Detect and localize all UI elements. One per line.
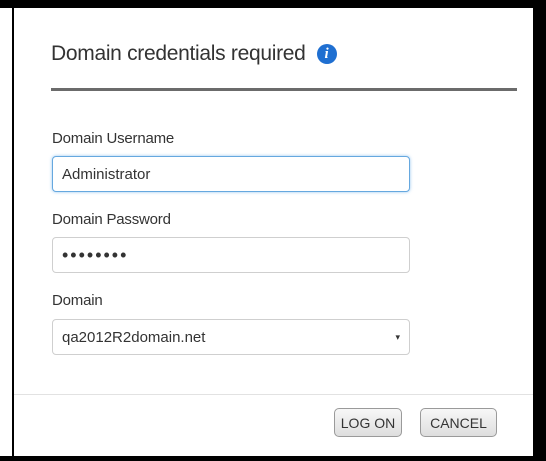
footer-divider [14, 394, 533, 395]
password-input[interactable]: •••••••• [52, 237, 410, 273]
domain-label: Domain [52, 292, 103, 309]
title-divider [51, 88, 517, 91]
password-label: Domain Password [52, 211, 171, 228]
domain-select-value: qa2012R2domain.net [62, 328, 206, 346]
username-label: Domain Username [52, 130, 175, 147]
domain-select[interactable]: qa2012R2domain.net ▾ [52, 319, 410, 355]
dialog-header: Domain credentials required i [51, 40, 337, 68]
window-frame-bottom [0, 456, 546, 461]
cancel-button[interactable]: CANCEL [420, 408, 497, 437]
chevron-down-icon: ▾ [395, 331, 400, 342]
dialog-title: Domain credentials required [51, 42, 306, 65]
window-frame-right [533, 0, 546, 461]
info-icon[interactable]: i [316, 44, 337, 64]
domain-credentials-dialog: Domain credentials required i Domain Use… [14, 8, 533, 456]
background-left [0, 0, 12, 461]
username-input[interactable] [52, 156, 410, 192]
window-frame-top [0, 0, 546, 8]
log-on-button[interactable]: LOG ON [334, 408, 402, 437]
